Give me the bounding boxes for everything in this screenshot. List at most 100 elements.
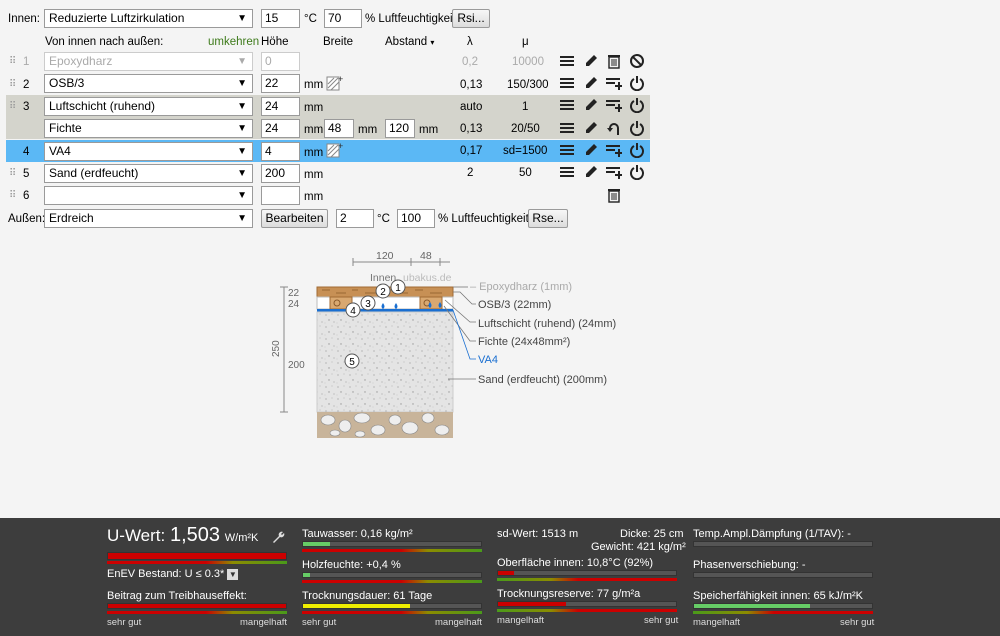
- menu-icon[interactable]: [559, 53, 575, 69]
- layer-4-thickness[interactable]: 4: [261, 142, 300, 161]
- drag-handle-icon[interactable]: ⠿: [9, 79, 16, 90]
- chevron-down-icon: ▼: [237, 13, 247, 24]
- uwert-value: 1,503: [169, 524, 221, 546]
- legend-air: Luftschicht (ruhend) (24mm): [478, 318, 616, 330]
- layer-3-unit: mm: [304, 102, 324, 114]
- reverse-link[interactable]: umkehren: [208, 35, 259, 49]
- menu-icon[interactable]: [559, 120, 575, 136]
- rsi-button[interactable]: Rsi...: [452, 9, 490, 28]
- beam-right: [419, 296, 443, 310]
- drag-handle-icon[interactable]: ⠿: [9, 101, 16, 112]
- greenhouse-scale: [107, 611, 287, 614]
- power-icon[interactable]: [629, 75, 645, 91]
- layer-6-material[interactable]: ▼: [44, 186, 253, 205]
- pencil-icon[interactable]: [583, 53, 599, 69]
- menu-icon[interactable]: [559, 164, 575, 180]
- chevron-down-icon: ▼: [237, 190, 247, 201]
- layer-5-mu: 50: [519, 167, 532, 179]
- layer-3-lambda: auto: [460, 101, 483, 113]
- col-spacing[interactable]: Abstand ▾: [385, 35, 434, 50]
- layer-6-thickness[interactable]: [261, 186, 300, 205]
- scale-good-4: sehr gut: [840, 617, 875, 628]
- layer-5-lambda: 2: [467, 167, 474, 179]
- layer-3b-material[interactable]: Fichte ▼: [44, 119, 253, 138]
- layer-2-unit: mm: [304, 79, 324, 91]
- inside-temp-input[interactable]: 15: [261, 9, 300, 28]
- tauwasser: Tauwasser: 0,16 kg/m²: [302, 528, 413, 540]
- outside-temp-input[interactable]: 2: [336, 209, 374, 228]
- inside-condition-select[interactable]: Reduzierte Luftzirkulation ▼: [44, 9, 253, 28]
- edit-button[interactable]: Bearbeiten: [261, 209, 328, 228]
- holzfeuchte-bar: [302, 572, 482, 578]
- legend-sand: Sand (erdfeucht) (200mm): [478, 374, 607, 386]
- layer-5-material-value: Sand (erdfeucht): [49, 166, 139, 180]
- layer-3b-thickness[interactable]: 24: [261, 119, 300, 138]
- layer-3-material[interactable]: Luftschicht (ruhend) ▼: [44, 97, 253, 116]
- power-icon[interactable]: [629, 164, 645, 180]
- uwert-label: U-Wert:: [107, 526, 166, 545]
- inside-humidity-unit: % Luftfeuchtigkeit: [365, 13, 456, 25]
- layer-1-thickness[interactable]: 0: [261, 52, 300, 71]
- layer-3b-spacing[interactable]: 120: [385, 119, 415, 138]
- pencil-icon[interactable]: [583, 120, 599, 136]
- add-layer-icon[interactable]: [606, 164, 622, 180]
- layer-5-thickness[interactable]: 200: [261, 164, 300, 183]
- layer-2-material[interactable]: OSB/3 ▼: [44, 74, 253, 93]
- drag-handle-icon[interactable]: ⠿: [9, 190, 16, 201]
- outside-temp-unit: °C: [377, 213, 390, 225]
- layer-6-num: 6: [23, 190, 30, 202]
- surface-temp: Oberfläche innen: 10,8°C (92%): [497, 557, 654, 569]
- trash-icon[interactable]: [606, 187, 622, 203]
- col-width: Breite: [323, 36, 354, 48]
- drag-handle-icon[interactable]: ⠿: [9, 56, 16, 67]
- layer-1-material[interactable]: Epoxydharz ▼: [44, 52, 253, 71]
- add-beam-icon[interactable]: +: [326, 74, 344, 92]
- rse-button[interactable]: Rse...: [528, 209, 568, 228]
- disable-icon[interactable]: [629, 53, 645, 69]
- sand-layer: [316, 311, 454, 413]
- outside-condition-select[interactable]: Erdreich ▼: [44, 209, 253, 228]
- layer-1-mu: 10000: [512, 56, 544, 68]
- inside-humidity-input[interactable]: 70: [324, 9, 362, 28]
- layer-4-lambda: 0,17: [460, 145, 483, 157]
- power-icon[interactable]: [629, 97, 645, 113]
- pencil-icon[interactable]: [583, 164, 599, 180]
- menu-icon[interactable]: [559, 142, 575, 158]
- layer-3b-width[interactable]: 48: [324, 119, 354, 138]
- marker-3-label: 3: [365, 299, 371, 310]
- layer-5-material[interactable]: Sand (erdfeucht) ▼: [44, 164, 253, 183]
- add-layer-icon[interactable]: [606, 97, 622, 113]
- trash-icon[interactable]: [606, 53, 622, 69]
- add-layer-icon[interactable]: [606, 75, 622, 91]
- scale-bad-2: mangelhaft: [435, 617, 483, 628]
- wrench-icon[interactable]: [270, 529, 286, 545]
- inside-temp-unit: °C: [304, 13, 317, 25]
- menu-icon[interactable]: [559, 75, 575, 91]
- add-beam-icon[interactable]: +: [326, 141, 344, 159]
- outside-humidity-input[interactable]: 100: [397, 209, 435, 228]
- drying-reserve: Trocknungsreserve: 77 g/m²a: [497, 588, 641, 600]
- layer-3b-material-value: Fichte: [49, 121, 82, 135]
- heat-capacity-scale: [693, 611, 873, 614]
- svg-text:+: +: [338, 141, 343, 151]
- drag-handle-icon[interactable]: ⠿: [9, 168, 16, 179]
- power-icon[interactable]: [629, 120, 645, 136]
- add-layer-icon[interactable]: [606, 142, 622, 158]
- layer-4-material[interactable]: VA4 ▼: [44, 142, 253, 161]
- pencil-icon[interactable]: [583, 75, 599, 91]
- layer-3-thickness[interactable]: 24: [261, 97, 300, 116]
- trocknungsdauer-bar: [302, 603, 482, 609]
- pencil-icon[interactable]: [583, 142, 599, 158]
- sort-arrow-icon: ▾: [430, 38, 435, 47]
- layer-2-thickness[interactable]: 22: [261, 74, 300, 93]
- phase-shift: Phasenverschiebung: -: [693, 559, 806, 571]
- uwert-scale: [107, 561, 287, 564]
- pencil-icon[interactable]: [583, 97, 599, 113]
- dropdown-icon[interactable]: ▼: [227, 569, 239, 580]
- top-dim-120: 120: [376, 250, 394, 262]
- tauwasser-bar: [302, 541, 482, 547]
- power-icon[interactable]: [629, 142, 645, 158]
- col-thickness: Höhe: [261, 36, 289, 48]
- undo-icon[interactable]: [606, 120, 622, 136]
- menu-icon[interactable]: [559, 97, 575, 113]
